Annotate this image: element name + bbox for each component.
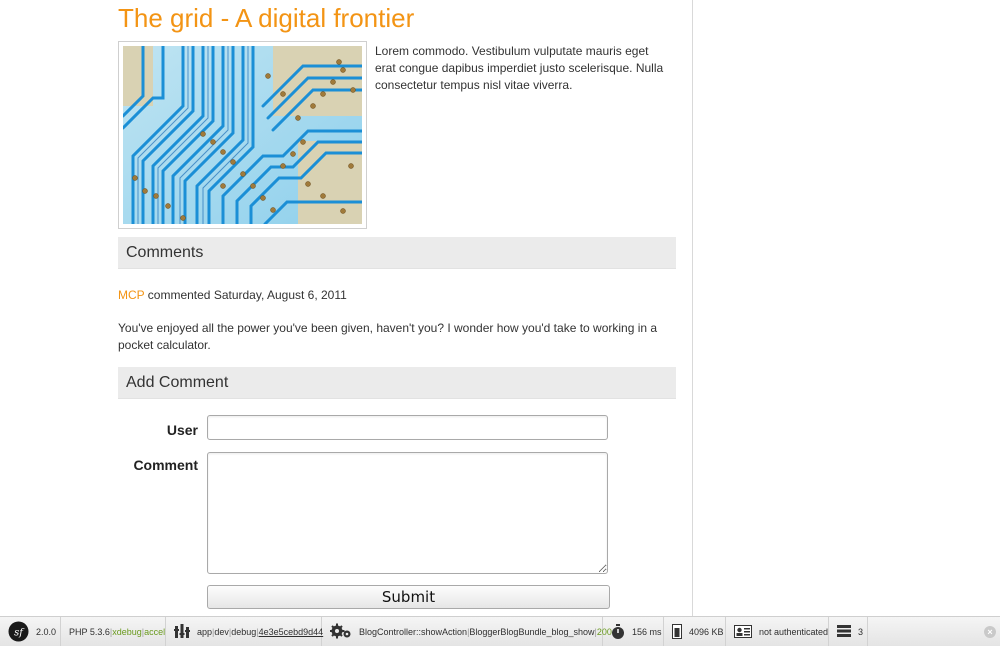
comment-textarea[interactable] — [207, 452, 608, 574]
database-icon — [837, 624, 851, 640]
debug-toolbar: sf 2.0.0 PHP 5.3.6 | xdebug | accel app | dev |… — [0, 616, 1000, 646]
toolbar-memory[interactable]: 4096 KB — [664, 617, 726, 646]
env-debug: debug — [231, 627, 257, 637]
comment-date: commented Saturday, August 6, 2011 — [144, 288, 347, 302]
symfony-logo-icon: sf — [8, 621, 29, 644]
post-title: The grid - A digital frontier — [118, 3, 415, 33]
request-time: 156 ms — [632, 627, 662, 637]
memory-icon — [672, 623, 682, 641]
close-toolbar-icon[interactable]: × — [984, 626, 996, 638]
memory-usage: 4096 KB — [689, 627, 724, 637]
php-xdebug: xdebug — [112, 627, 142, 637]
comment-body: You've enjoyed all the power you've been… — [118, 321, 658, 352]
comment-author-link[interactable]: MCP — [118, 288, 144, 302]
comments-header: Comments — [118, 237, 676, 269]
user-label: User — [166, 422, 198, 438]
php-version: PHP 5.3.6 — [69, 627, 110, 637]
comment-label: Comment — [133, 457, 198, 473]
comment-item: MCP commented Saturday, August 6, 2011 Y… — [118, 288, 676, 354]
main-content: The grid - A digital frontier Lorem comm… — [118, 0, 676, 609]
query-count: 3 — [858, 627, 864, 637]
toolbar-controller[interactable]: BlogController::showAction | BloggerBlogBu… — [322, 617, 612, 646]
add-comment-header: Add Comment — [118, 367, 676, 399]
env-app: app — [197, 627, 213, 637]
toolbar-symfony[interactable]: sf 2.0.0 — [0, 617, 61, 646]
post-body: Lorem commodo. Vestibulum vulputate maur… — [118, 41, 676, 229]
profiler-token-link[interactable]: 4e3e5cebd9d44 — [259, 627, 324, 637]
controller-route: BloggerBlogBundle_blog_show — [469, 627, 595, 637]
toolbar-security[interactable]: not authenticated — [726, 617, 829, 646]
php-accel: accel — [144, 627, 166, 637]
submit-button[interactable]: Submit — [207, 585, 610, 609]
controller-action: BlogController::showAction — [359, 627, 468, 637]
symfony-version: 2.0.0 — [36, 627, 57, 637]
toolbar-environment[interactable]: app | dev | debug | 4e3e5cebd9d44 — [166, 617, 324, 646]
post-image — [118, 41, 367, 229]
circuit-board-image — [123, 46, 362, 224]
toolbar-database[interactable]: 3 — [829, 617, 868, 646]
comment-meta: MCP commented Saturday, August 6, 2011 — [118, 288, 676, 304]
stopwatch-icon — [611, 623, 625, 641]
user-input[interactable] — [207, 415, 608, 440]
user-card-icon — [734, 624, 752, 640]
content-divider — [692, 0, 693, 616]
config-icon — [174, 624, 190, 640]
toolbar-php[interactable]: PHP 5.3.6 | xdebug | accel — [61, 617, 166, 646]
toolbar-timer[interactable]: 156 ms — [603, 617, 664, 646]
auth-status: not authenticated — [759, 627, 829, 637]
gears-icon — [329, 623, 352, 641]
env-name: dev — [214, 627, 229, 637]
post-excerpt: Lorem commodo. Vestibulum vulputate maur… — [375, 44, 664, 92]
